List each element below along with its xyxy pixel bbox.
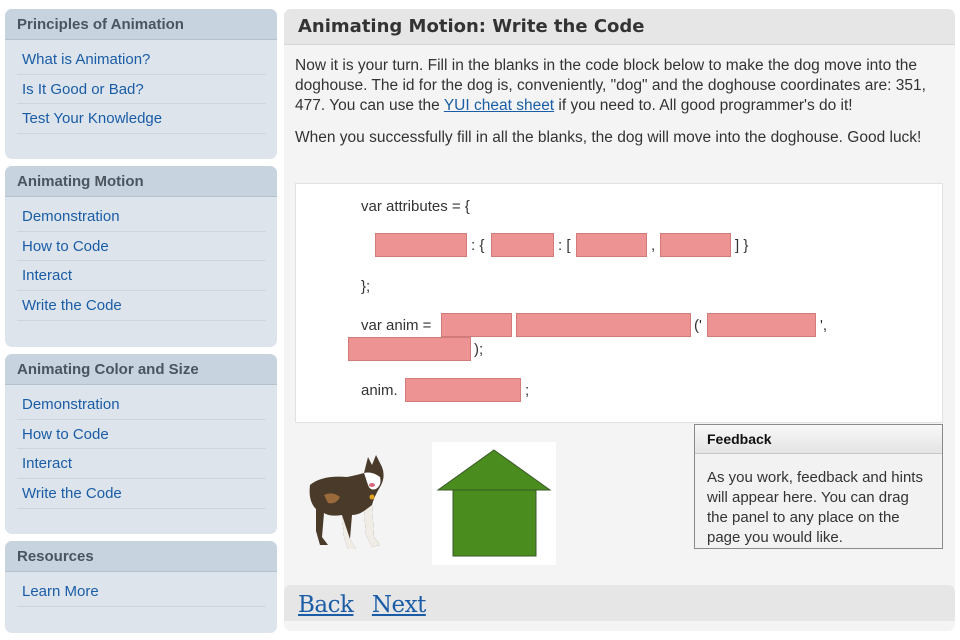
sidebar-item-motion-interact[interactable]: Interact — [17, 261, 266, 292]
main-content: Animating Motion: Write the Code Now it … — [284, 9, 955, 631]
code-colon-bracket: : [ — [558, 237, 571, 254]
blank-attributes-arg[interactable] — [348, 337, 471, 361]
code-close-bracket-brace: ] } — [735, 237, 749, 254]
doghouse-icon — [436, 449, 552, 557]
sidebar-link[interactable]: How to Code — [22, 426, 109, 443]
blank-input[interactable] — [661, 234, 730, 256]
code-anim-call: anim. — [361, 382, 398, 399]
sidebar-item-learn-more[interactable]: Learn More — [17, 577, 266, 607]
intro-text: Now it is your turn. Fill in the blanks … — [295, 56, 947, 160]
code-semicolon: ; — [525, 382, 530, 399]
panel-title: Animating Color and Size — [5, 354, 277, 385]
blank-y-coordinate[interactable] — [660, 233, 731, 257]
doghouse-target — [432, 442, 556, 565]
sidebar-link[interactable]: Interact — [22, 455, 72, 472]
blank-element-id[interactable] — [707, 313, 816, 337]
sidebar-panel-principles: Principles of Animation What is Animatio… — [5, 9, 277, 159]
blank-anim-constructor[interactable] — [516, 313, 691, 337]
sidebar-item-color-demonstration[interactable]: Demonstration — [17, 390, 266, 420]
page-title: Animating Motion: Write the Code — [284, 9, 955, 45]
next-link[interactable]: Next — [372, 592, 426, 618]
code-var-anim: var anim = — [361, 317, 432, 334]
sidebar-link[interactable]: Test Your Knowledge — [22, 110, 162, 127]
sidebar: Principles of Animation What is Animatio… — [5, 9, 277, 640]
sidebar-item-motion-write-code[interactable]: Write the Code — [17, 291, 266, 321]
feedback-body: As you work, feedback and hints will app… — [707, 469, 923, 546]
feedback-panel[interactable]: Feedback As you work, feedback and hints… — [694, 424, 943, 549]
blank-input[interactable] — [492, 234, 553, 256]
sidebar-item-what-is-animation[interactable]: What is Animation? — [17, 45, 266, 75]
code-line-close: }; — [361, 278, 371, 295]
blank-x-coordinate[interactable] — [576, 233, 647, 257]
code-paren-quote: (' — [694, 317, 702, 334]
sidebar-item-motion-demonstration[interactable]: Demonstration — [17, 202, 266, 232]
feedback-title-drag-handle[interactable]: Feedback — [695, 425, 942, 454]
blank-sub-attribute[interactable] — [491, 233, 554, 257]
sidebar-link[interactable]: Demonstration — [22, 208, 120, 225]
blank-input[interactable] — [442, 314, 511, 336]
back-link[interactable]: Back — [298, 592, 354, 618]
sidebar-link[interactable]: Demonstration — [22, 396, 120, 413]
blank-attribute-name[interactable] — [375, 233, 467, 257]
code-comma: , — [651, 237, 656, 254]
panel-title: Resources — [5, 541, 277, 572]
panel-title: Principles of Animation — [5, 9, 277, 40]
panel-title: Animating Motion — [5, 166, 277, 197]
sidebar-item-color-write-code[interactable]: Write the Code — [17, 479, 266, 509]
page-navigation: Back Next — [284, 585, 955, 621]
sidebar-link[interactable]: Learn More — [22, 583, 99, 600]
sidebar-link[interactable]: Write the Code — [22, 297, 122, 314]
blank-input[interactable] — [376, 234, 466, 256]
blank-new-keyword[interactable] — [441, 313, 512, 337]
yui-cheat-sheet-link[interactable]: YUI cheat sheet — [444, 97, 554, 114]
instructions-paragraph: Now it is your turn. Fill in the blanks … — [295, 56, 947, 116]
blank-input[interactable] — [577, 234, 646, 256]
goodluck-paragraph: When you successfully fill in all the bl… — [295, 129, 922, 146]
sidebar-panel-animating-motion: Animating Motion Demonstration How to Co… — [5, 166, 277, 347]
blank-input[interactable] — [708, 314, 815, 336]
sidebar-link[interactable]: Is It Good or Bad? — [22, 81, 144, 98]
sidebar-panel-resources: Resources Learn More — [5, 541, 277, 633]
code-line-attributes: var attributes = { — [361, 198, 470, 215]
instructions-text-end: if you need to. All good programmer's do… — [554, 97, 853, 114]
code-quote-comma: ', — [820, 317, 828, 334]
sidebar-link[interactable]: Interact — [22, 267, 72, 284]
sidebar-item-color-how-to-code[interactable]: How to Code — [17, 420, 266, 450]
blank-input[interactable] — [406, 379, 520, 401]
sidebar-item-test-knowledge[interactable]: Test Your Knowledge — [17, 104, 266, 135]
code-close-paren: ); — [474, 341, 484, 358]
sidebar-item-good-or-bad[interactable]: Is It Good or Bad? — [17, 75, 266, 105]
sidebar-link[interactable]: Write the Code — [22, 485, 122, 502]
sidebar-link[interactable]: What is Animation? — [22, 51, 150, 68]
blank-input[interactable] — [349, 338, 470, 360]
sidebar-link[interactable]: How to Code — [22, 238, 109, 255]
sidebar-item-color-interact[interactable]: Interact — [17, 449, 266, 480]
blank-animate-method[interactable] — [405, 378, 521, 402]
sidebar-item-motion-how-to-code[interactable]: How to Code — [17, 232, 266, 262]
dog-image[interactable] — [302, 445, 392, 555]
code-colon-brace: : { — [471, 237, 485, 254]
blank-input[interactable] — [517, 314, 690, 336]
sidebar-panel-color-size: Animating Color and Size Demonstration H… — [5, 354, 277, 534]
code-block: var attributes = { : { : [ , ] } }; var … — [295, 183, 943, 423]
